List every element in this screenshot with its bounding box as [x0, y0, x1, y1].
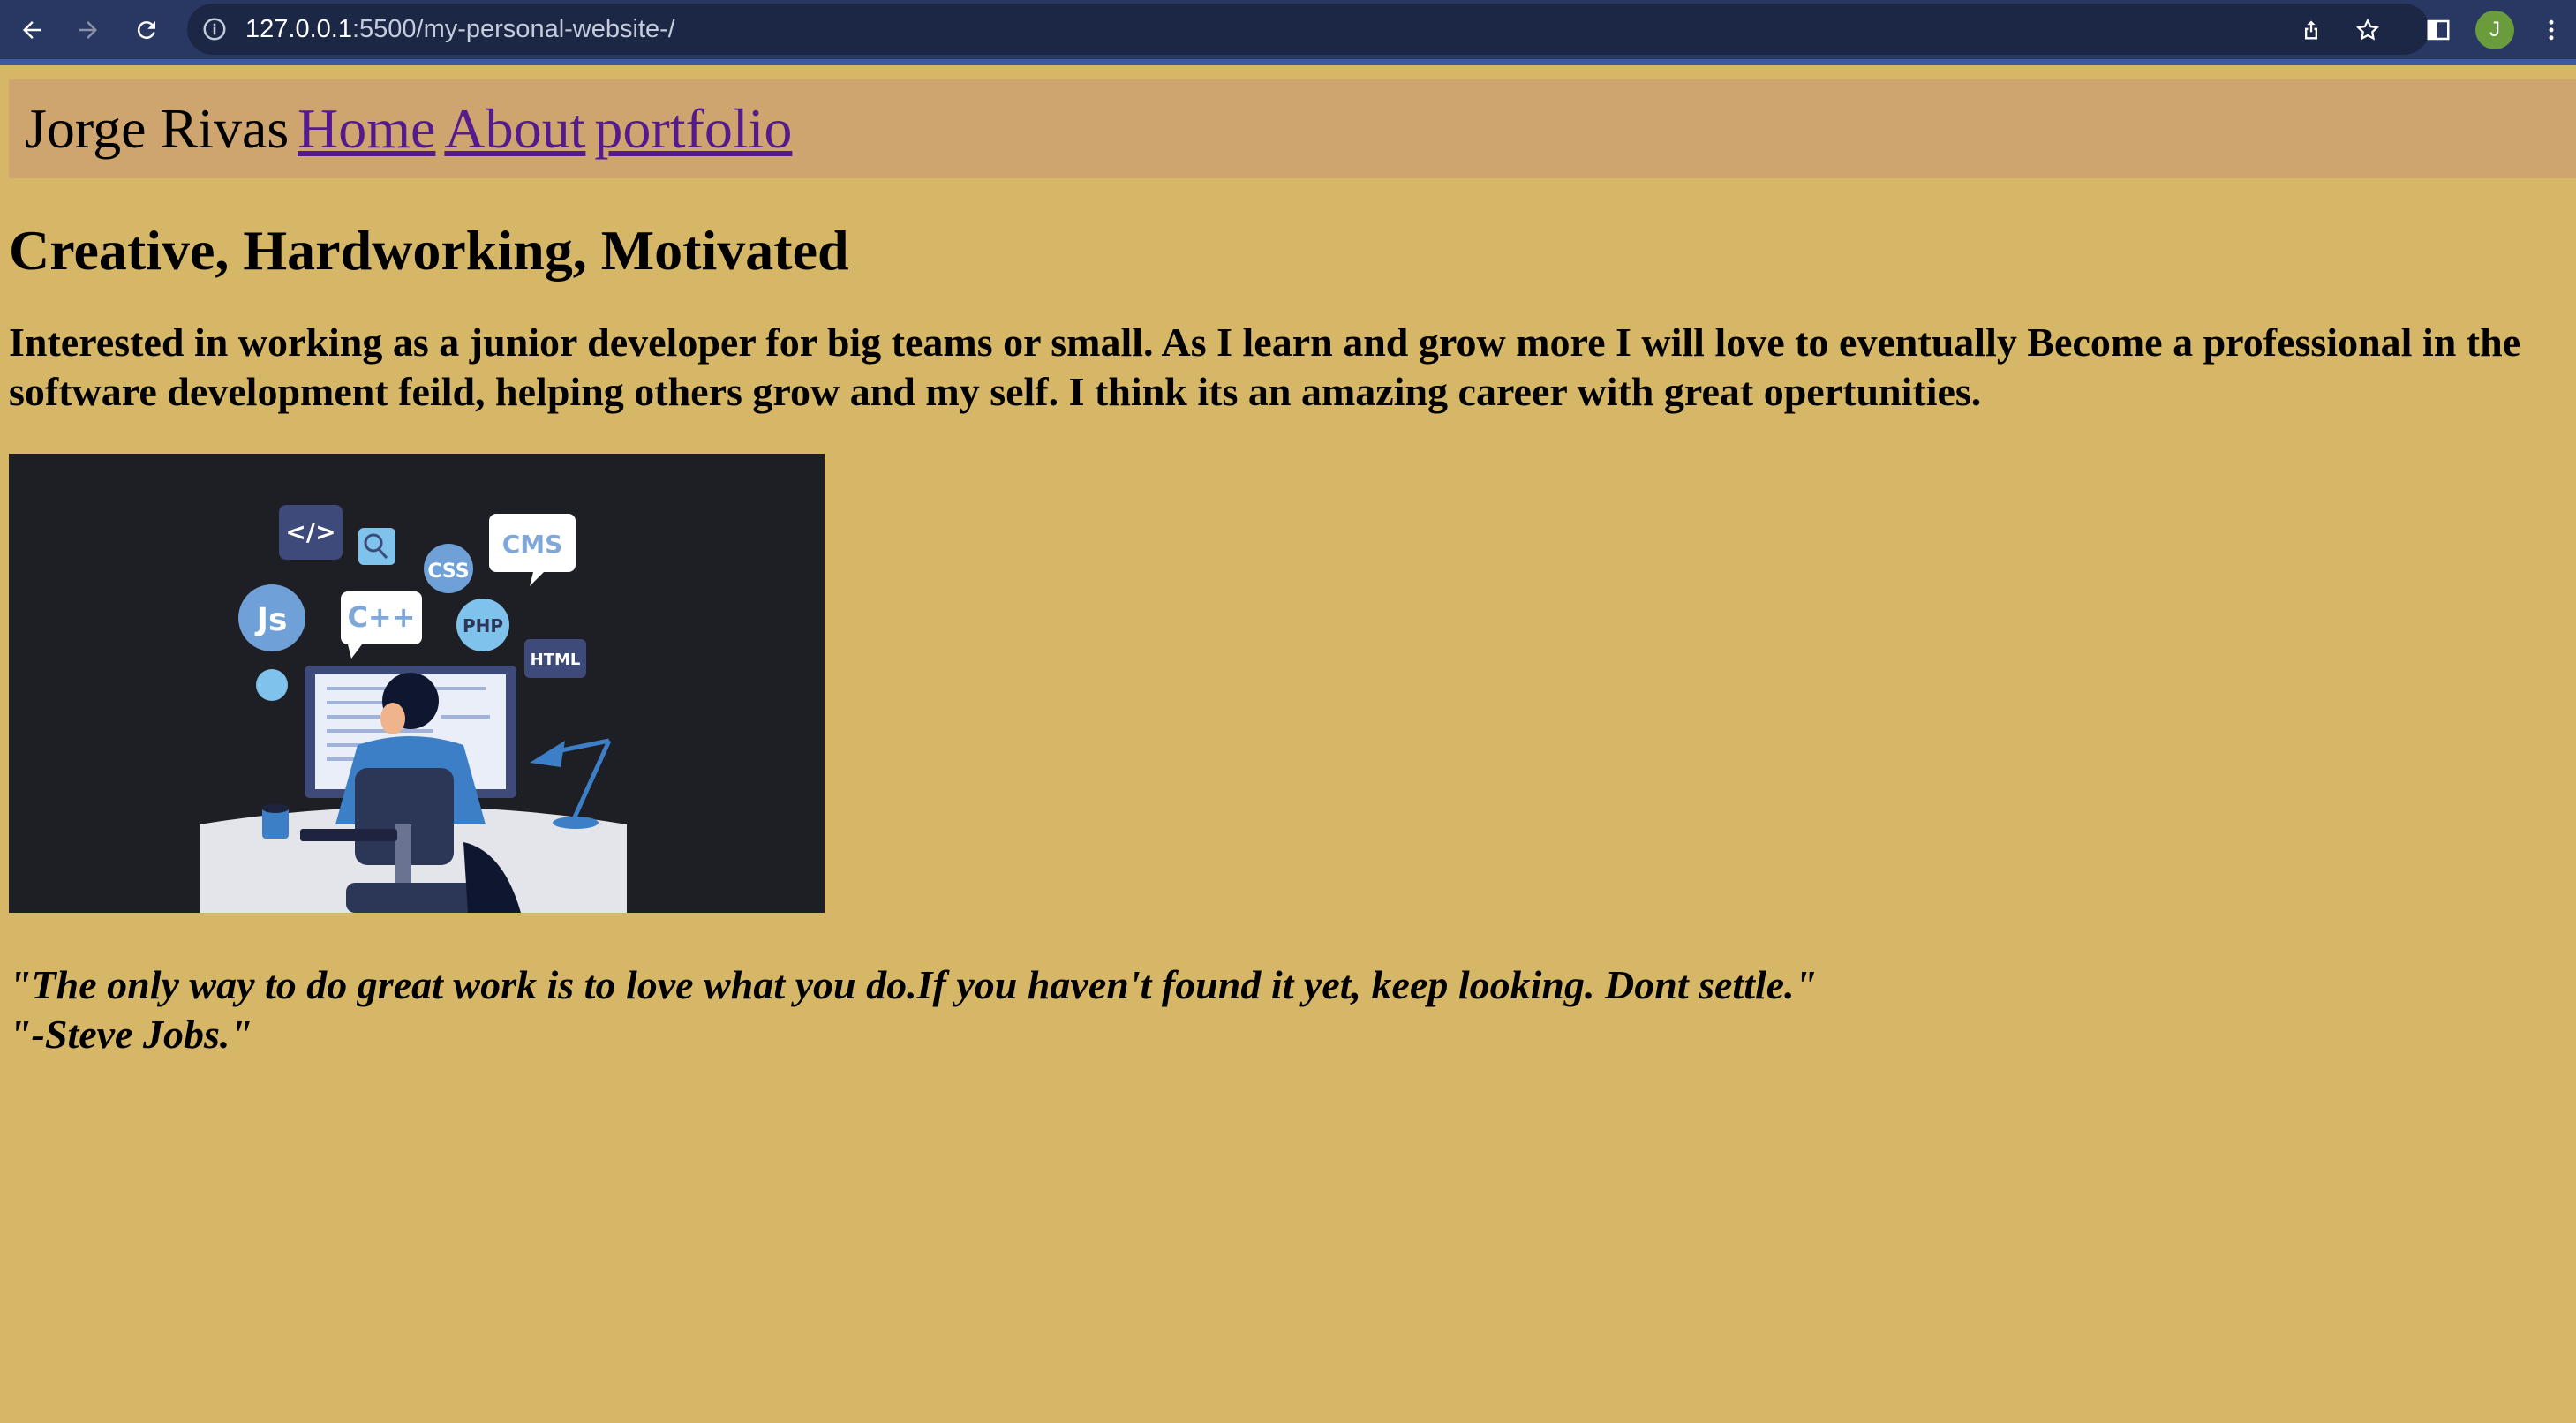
nav-link-home[interactable]: Home	[298, 97, 435, 160]
small-bubble	[256, 669, 288, 701]
avatar: J	[2475, 10, 2514, 49]
forward-arrow-icon[interactable]	[64, 0, 113, 59]
reload-icon[interactable]	[122, 0, 171, 59]
bubble-cpp: C++	[347, 600, 415, 634]
side-panel-icon[interactable]	[2414, 0, 2463, 59]
share-icon[interactable]	[2286, 0, 2336, 59]
star-icon[interactable]	[2343, 0, 2392, 59]
url-path: :5500/my-personal-website-/	[351, 15, 675, 43]
nav-link-portfolio[interactable]: portfolio	[594, 97, 792, 160]
intro-paragraph: Interested in working as a junior develo…	[9, 320, 2521, 414]
quote-text: "The only way to do great work is to lov…	[9, 962, 1818, 1007]
bubble-html: HTML	[531, 651, 581, 669]
nav-links: Home About portfolio	[298, 79, 801, 178]
site-navbar: Jorge Rivas Home About portfolio	[9, 79, 2576, 178]
bubble-js: Js	[254, 602, 288, 638]
info-icon[interactable]	[201, 16, 228, 47]
bubble-css: CSS	[427, 561, 469, 583]
profile-avatar[interactable]: J	[2470, 0, 2520, 59]
bubble-code: </>	[285, 517, 335, 546]
menu-icon[interactable]	[2527, 0, 2576, 59]
browser-toolbar: 127.0.0.1:5500/my-personal-website-/ J	[0, 0, 2576, 65]
page-headline: Creative, Hardworking, Motivated	[9, 219, 849, 282]
keyboard	[300, 829, 397, 841]
quote-attribution: "-Steve Jobs."	[9, 1012, 252, 1057]
steve-jobs-quote: "The only way to do great work is to lov…	[9, 960, 2569, 1059]
developer-illustration-svg: </> CMS CSS Js C++ PHP HTML	[200, 505, 627, 913]
magnifier-bubble	[358, 528, 395, 565]
bubble-cms: CMS	[502, 530, 563, 559]
person-face	[380, 703, 405, 734]
site-brand: Jorge Rivas	[25, 97, 290, 160]
developer-illustration: </> CMS CSS Js C++ PHP HTML	[9, 454, 825, 913]
url-text: 127.0.0.1:5500/my-personal-website-/	[245, 4, 675, 55]
url-host: 127.0.0.1	[245, 15, 352, 43]
back-arrow-icon[interactable]	[7, 0, 56, 59]
bubble-php: PHP	[463, 615, 503, 636]
nav-link-about[interactable]: About	[444, 97, 585, 160]
lamp-head	[530, 741, 565, 767]
address-bar[interactable]: 127.0.0.1:5500/my-personal-website-/	[187, 4, 2429, 55]
